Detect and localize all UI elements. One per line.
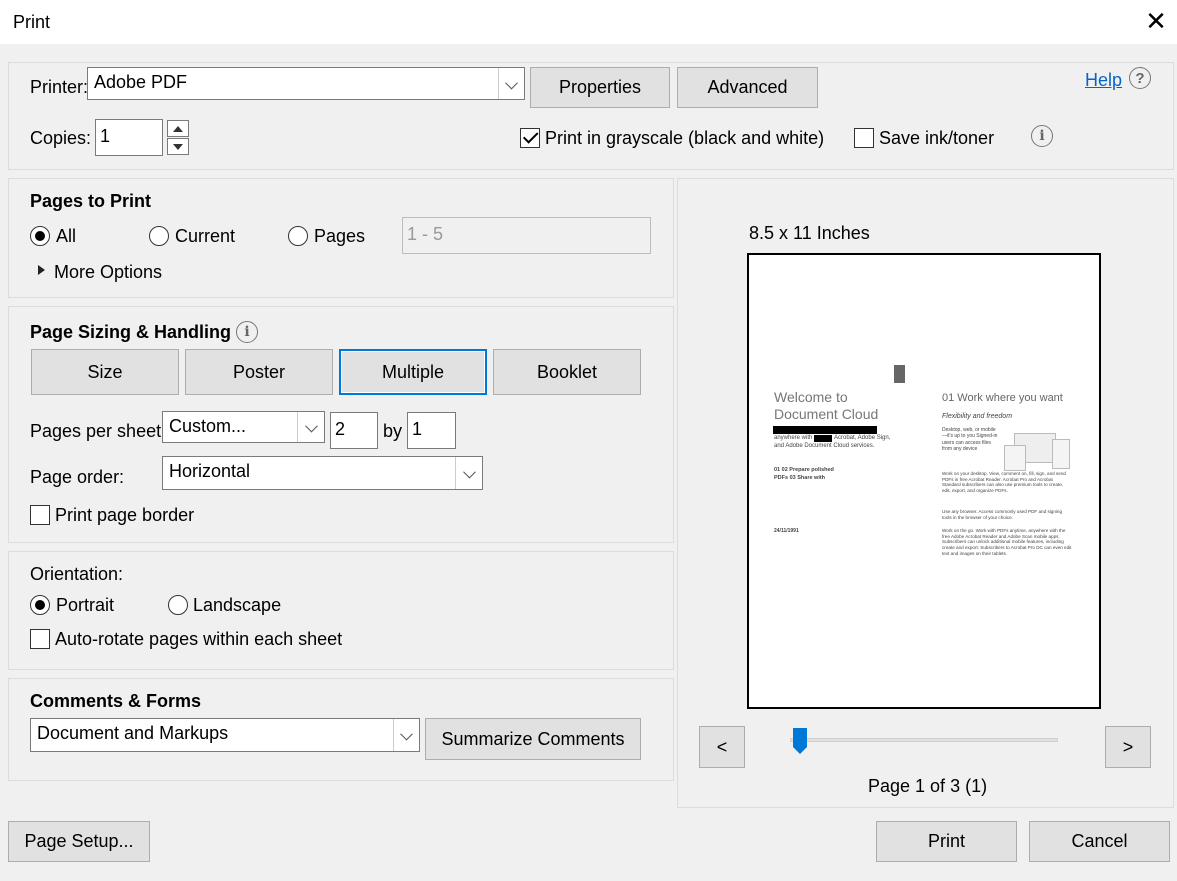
radio-all-label: All bbox=[56, 226, 77, 246]
page-indicator: Page 1 of 3 (1) bbox=[868, 776, 988, 796]
info-icon[interactable]: i bbox=[1031, 125, 1053, 147]
page-order-value: Horizontal bbox=[169, 461, 251, 481]
summarize-comments-button[interactable]: Summarize Comments bbox=[425, 718, 641, 760]
comments-value: Document and Markups bbox=[37, 723, 229, 743]
page-order-select[interactable]: Horizontal bbox=[162, 456, 483, 490]
comments-heading: Comments & Forms bbox=[30, 691, 202, 711]
printer-label: Printer: bbox=[30, 77, 89, 97]
autorotate-label: Auto-rotate pages within each sheet bbox=[55, 629, 343, 649]
next-page-button[interactable]: > bbox=[1105, 726, 1151, 768]
pages-to-print-heading: Pages to Print bbox=[30, 191, 152, 211]
expand-triangle-icon[interactable] bbox=[38, 265, 45, 275]
thumb-left-toc-2: PDFs 03 Share with bbox=[774, 475, 826, 481]
save-ink-checkbox[interactable] bbox=[854, 128, 874, 148]
multiple-button[interactable]: Multiple bbox=[339, 349, 487, 395]
chevron-down-icon bbox=[465, 468, 474, 477]
chevron-down-icon bbox=[173, 143, 183, 150]
prev-page-button[interactable]: < bbox=[699, 726, 745, 768]
comments-select[interactable]: Document and Markups bbox=[30, 718, 420, 752]
thumb-right-p2: Work on your desktop. View, comment on, … bbox=[942, 471, 1066, 494]
page-order-label: Page order: bbox=[30, 467, 125, 487]
redaction-bar bbox=[773, 426, 877, 434]
thumb-right-sub: Flexibility and freedom bbox=[942, 413, 1013, 420]
copies-input[interactable]: 1 bbox=[95, 119, 163, 156]
thumb-left-toc-1: 01 02 Prepare polished bbox=[774, 467, 834, 473]
page-setup-button[interactable]: Page Setup... bbox=[8, 821, 150, 862]
thumb-right-p3: Use any browser. Access commonly used PD… bbox=[942, 509, 1063, 520]
thumb-left-title-1: Welcome to bbox=[774, 389, 848, 405]
title-bar bbox=[0, 0, 1177, 44]
radio-pages[interactable] bbox=[288, 226, 308, 246]
thumb-right-p4: Work on the go. Work with PDFs anytime, … bbox=[942, 528, 1072, 556]
redaction-bar bbox=[814, 435, 832, 442]
pages-cols-input[interactable]: 2 bbox=[330, 412, 378, 449]
advanced-button[interactable]: Advanced bbox=[677, 67, 818, 108]
radio-pages-label: Pages bbox=[314, 226, 366, 246]
autorotate-checkbox[interactable] bbox=[30, 629, 50, 649]
preview-page: Welcome to Document Cloud anywhere with … bbox=[747, 253, 1101, 709]
radio-landscape-label: Landscape bbox=[193, 595, 282, 615]
copies-increment[interactable] bbox=[167, 120, 189, 137]
print-border-label: Print page border bbox=[55, 505, 195, 525]
pages-rows-input[interactable]: 1 bbox=[407, 412, 456, 449]
radio-landscape[interactable] bbox=[168, 595, 188, 615]
pages-per-sheet-label: Pages per sheet: bbox=[30, 421, 167, 441]
radio-portrait-label: Portrait bbox=[56, 595, 115, 615]
thumb-left-date: 24/11/1991 bbox=[774, 528, 799, 534]
booklet-button[interactable]: Booklet bbox=[493, 349, 641, 395]
thumb-left-title-2: Document Cloud bbox=[774, 406, 879, 422]
poster-button[interactable]: Poster bbox=[185, 349, 333, 395]
page-range-input[interactable]: 1 - 5 bbox=[402, 217, 651, 254]
thumb-right-p1: Desktop, web, or mobile—it's up to you S… bbox=[942, 427, 998, 452]
radio-current-label: Current bbox=[175, 226, 236, 246]
dialog-title: Print bbox=[13, 12, 51, 32]
close-icon[interactable]: ✕ bbox=[1144, 8, 1168, 36]
orientation-heading: Orientation: bbox=[30, 564, 124, 584]
radio-portrait[interactable] bbox=[30, 595, 50, 615]
properties-button[interactable]: Properties bbox=[530, 67, 670, 108]
help-link[interactable]: Help bbox=[1085, 70, 1122, 91]
thumb-left-line-1b: Acrobat, Adobe Sign, bbox=[834, 435, 891, 441]
help-icon[interactable]: ? bbox=[1129, 67, 1151, 89]
thumb-left-line-1: anywhere with bbox=[774, 435, 813, 441]
size-button[interactable]: Size bbox=[31, 349, 179, 395]
printer-select[interactable]: Adobe PDF bbox=[87, 67, 525, 100]
paper-size-label: 8.5 x 11 Inches bbox=[749, 223, 870, 243]
copies-decrement[interactable] bbox=[167, 138, 189, 155]
print-border-checkbox[interactable] bbox=[30, 505, 50, 525]
more-options-toggle[interactable]: More Options bbox=[54, 262, 162, 283]
page-slider-thumb[interactable] bbox=[792, 727, 808, 755]
chevron-down-icon bbox=[507, 78, 516, 87]
pages-per-sheet-value: Custom... bbox=[169, 416, 247, 436]
adobe-logo-icon bbox=[894, 365, 905, 383]
chevron-down-icon bbox=[402, 730, 411, 739]
by-label: by bbox=[383, 421, 403, 441]
page-sizing-heading: Page Sizing & Handling bbox=[30, 322, 232, 342]
pages-per-sheet-select[interactable]: Custom... bbox=[162, 411, 325, 443]
info-icon[interactable]: i bbox=[236, 321, 258, 343]
cancel-button[interactable]: Cancel bbox=[1029, 821, 1170, 862]
devices-illustration bbox=[1004, 431, 1074, 473]
radio-all[interactable] bbox=[30, 226, 50, 246]
chevron-down-icon bbox=[307, 422, 316, 431]
save-ink-label: Save ink/toner bbox=[879, 128, 995, 148]
grayscale-checkbox[interactable] bbox=[520, 128, 540, 148]
radio-current[interactable] bbox=[149, 226, 169, 246]
copies-label: Copies: bbox=[30, 128, 92, 148]
thumb-right-heading: 01 Work where you want bbox=[942, 392, 1063, 404]
printer-select-value: Adobe PDF bbox=[94, 72, 188, 92]
grayscale-label: Print in grayscale (black and white) bbox=[545, 128, 825, 148]
thumb-left-line-2: and Adobe Document Cloud services. bbox=[774, 443, 875, 449]
print-button[interactable]: Print bbox=[876, 821, 1017, 862]
chevron-up-icon bbox=[173, 125, 183, 132]
page-slider-track[interactable] bbox=[790, 738, 1058, 742]
